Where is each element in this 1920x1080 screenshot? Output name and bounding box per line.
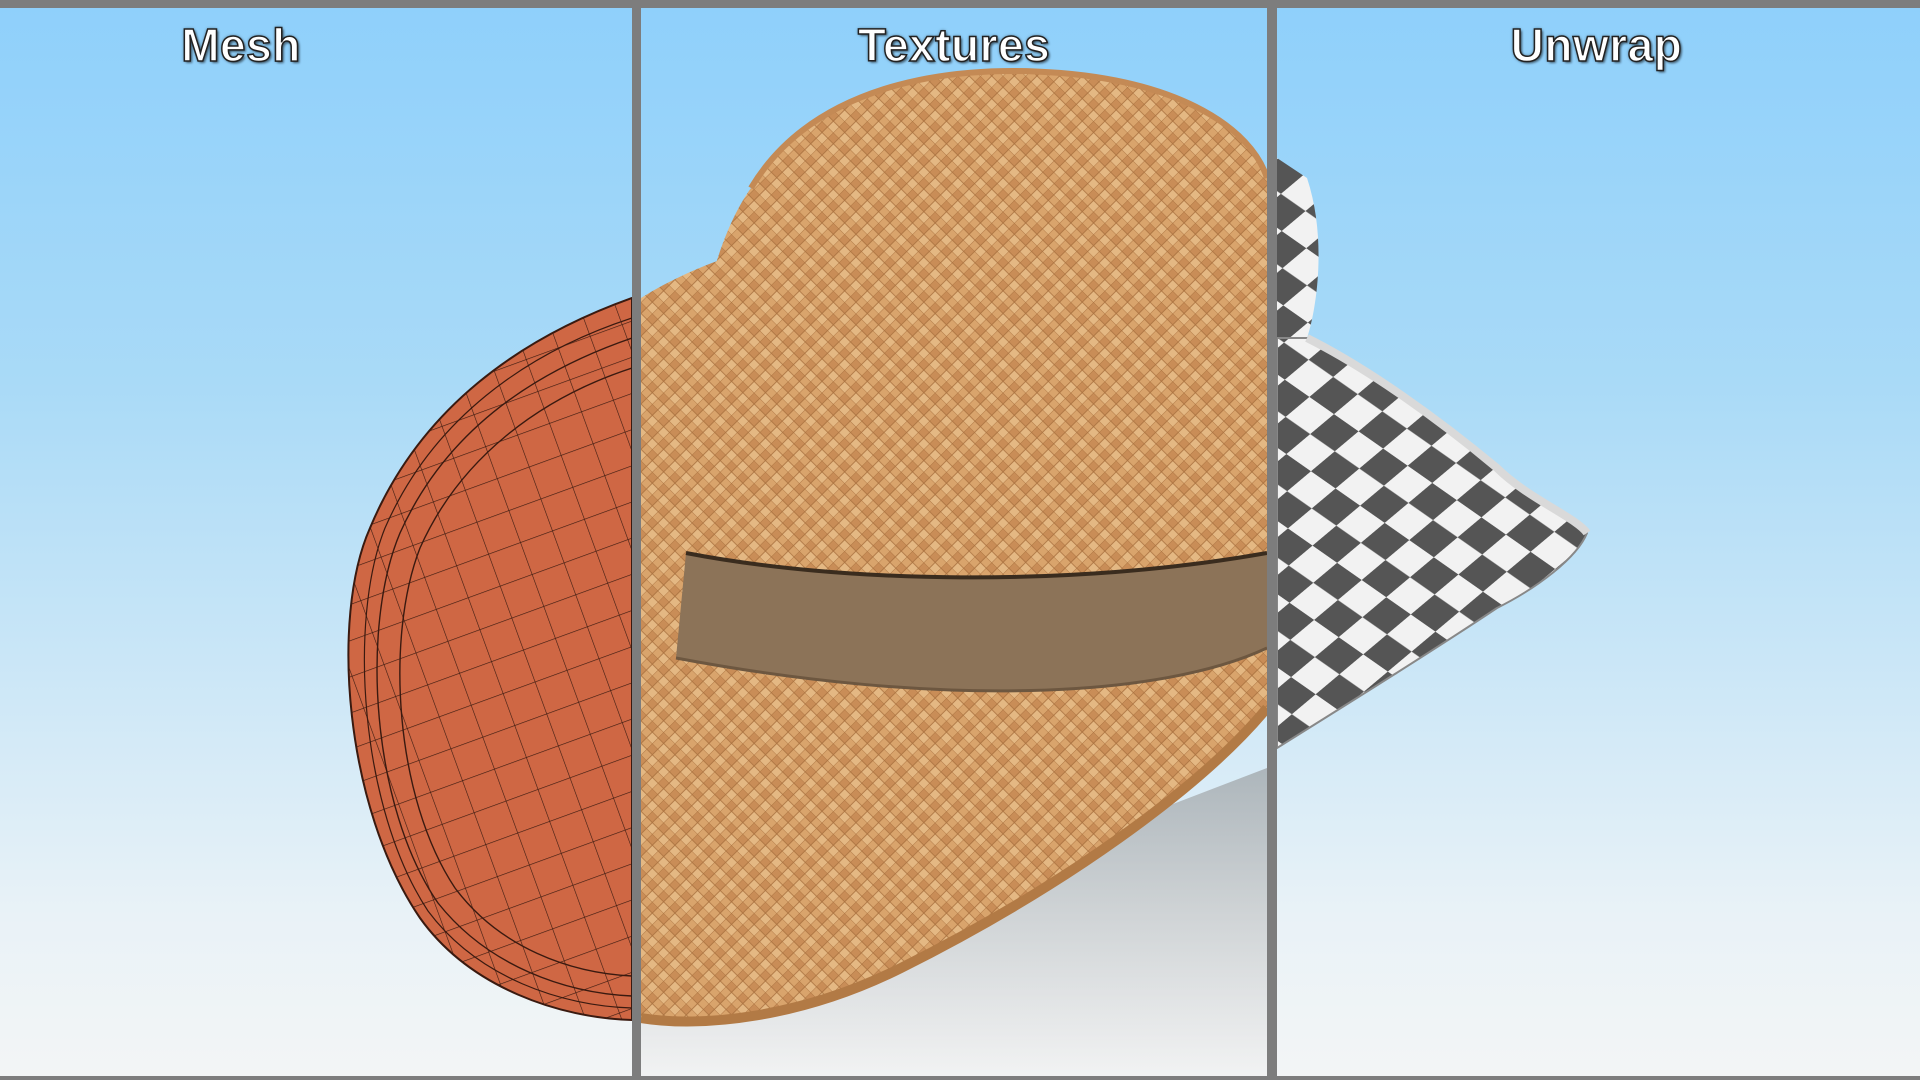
panel-title-unwrap: Unwrap xyxy=(1510,18,1683,72)
panel-unwrap: Unwrap xyxy=(1277,8,1920,1076)
mesh-hat-render xyxy=(347,296,632,1022)
panel-title-mesh: Mesh xyxy=(180,18,301,72)
comparison-frame: Mesh Textures Unwrap xyxy=(0,0,1920,1080)
uv-checker-hat-render xyxy=(1277,158,1591,750)
panel-mesh: Mesh xyxy=(0,8,632,1076)
textured-hat-render xyxy=(641,67,1267,1076)
panel-title-textures: Textures xyxy=(857,18,1051,72)
panel-textures: Textures xyxy=(641,8,1267,1076)
